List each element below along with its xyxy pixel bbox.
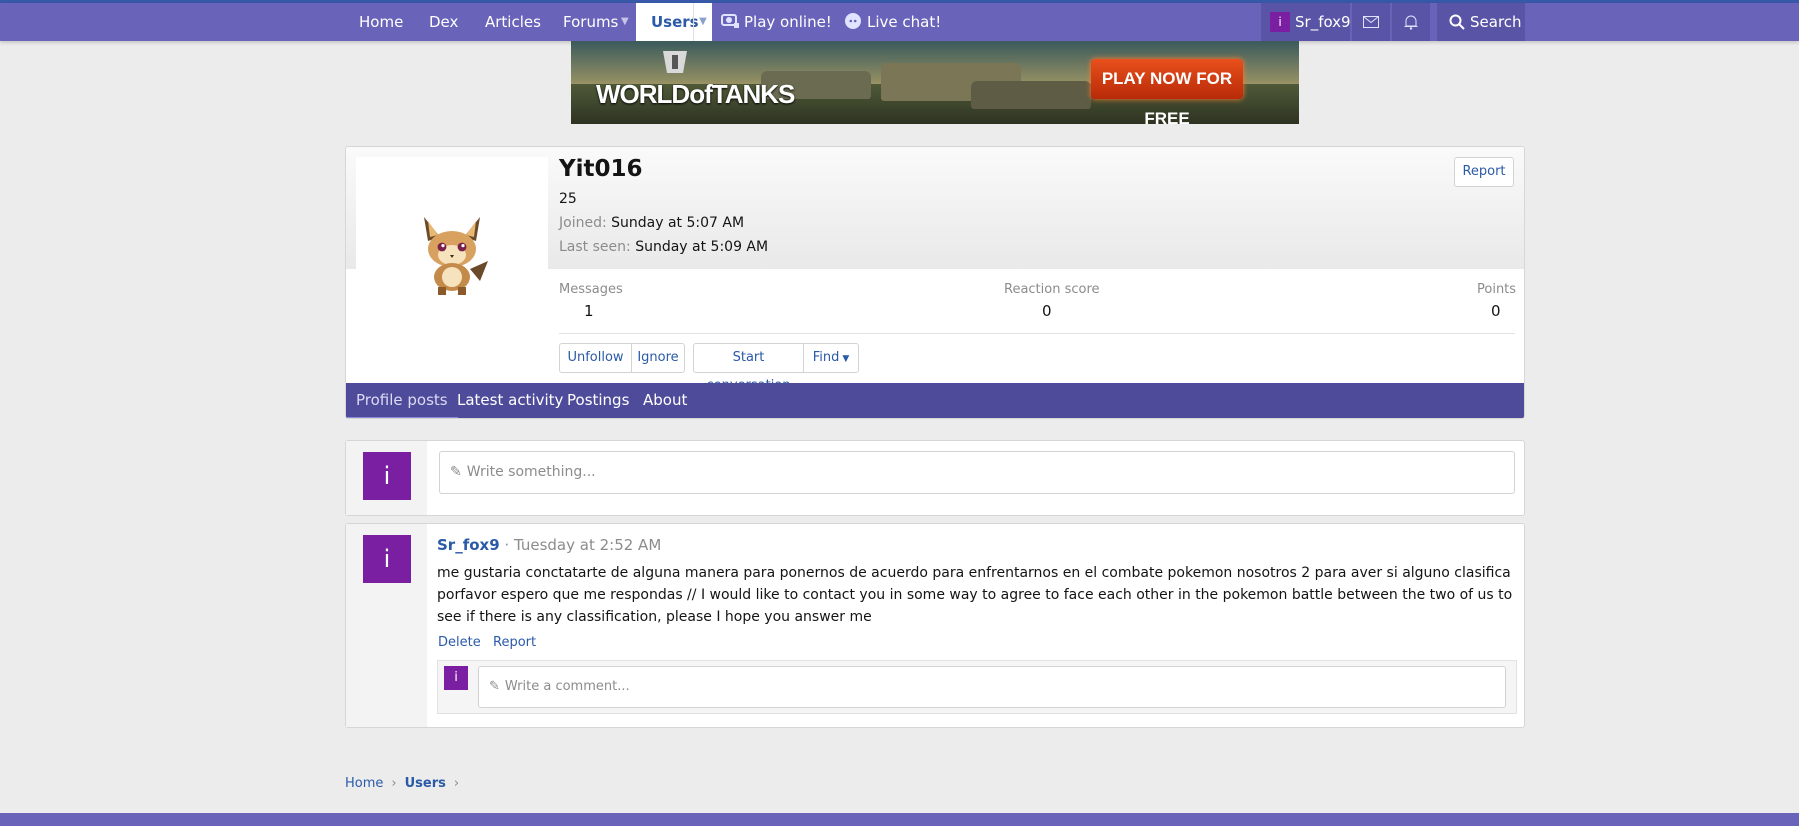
points-value[interactable]: 0 [1491,302,1501,320]
comment-pencil-icon: ✎ [489,679,500,694]
unfollow-button[interactable]: Unfollow [559,343,632,373]
find-menu-button[interactable]: Find ▼ [803,343,859,373]
nav-dex[interactable]: Dex [429,3,458,41]
breadcrumb-chevron-icon: › [453,776,460,791]
profile-post: i Sr_fox9 · Tuesday at 2:52 AM me gustar… [345,523,1525,728]
nav-home[interactable]: Home [359,3,403,41]
search-label: Search [1470,13,1522,31]
joined-value: Sunday at 5:07 AM [611,215,745,231]
post-author-name[interactable]: Sr_fox9 [437,536,500,554]
profile-last-seen: Last seen: Sunday at 5:09 AM [559,239,768,255]
banner-logo: WORLDofTANKS [596,79,795,109]
search-icon [1449,14,1465,30]
comment-avatar[interactable]: i [444,666,468,690]
write-something-placeholder: Write something... [466,464,596,480]
discord-icon [845,13,861,29]
alerts-button[interactable] [1392,3,1430,41]
write-comment-input[interactable]: ✎ Write a comment... [478,666,1506,708]
write-comment-placeholder: Write a comment... [504,679,630,694]
tab-about[interactable]: About [643,383,687,418]
pokemon-sprite-icon [424,217,488,295]
forums-dropdown-icon[interactable]: ▼ [621,3,629,41]
ignore-button[interactable]: Ignore [631,343,685,373]
nav-users-label[interactable]: Users [651,3,699,41]
joined-label: Joined: [559,215,607,231]
delete-post-link[interactable]: Delete [438,635,481,650]
nav-live-chat-label: Live chat! [867,13,942,31]
profile-post-composer: i ✎ Write something... [345,440,1525,516]
breadcrumb: Home › Users › [345,776,467,791]
nav-users-active[interactable]: Users ▼ [636,3,712,41]
last-seen-value[interactable]: Sunday at 5:09 AM [635,239,768,255]
nav-username: Sr_fox9 [1295,13,1351,31]
banner-tank-3 [971,81,1091,109]
user-avatar: i [1270,12,1290,32]
profile-tabs: Profile posts Latest activity Postings A… [346,383,1524,418]
tab-latest-activity[interactable]: Latest activity [457,383,563,418]
member-profile-card: Yit016 25 Joined: Sunday at 5:07 AM Last… [345,146,1525,419]
page-footer [0,813,1799,826]
profile-username: Yit016 [559,156,643,182]
last-seen-label: Last seen: [559,239,631,255]
users-dropdown-icon[interactable]: ▼ [693,3,712,41]
profile-user-title: 25 [559,191,577,207]
nav-forums[interactable]: Forums [563,3,618,41]
post-separator: · [499,536,514,554]
nav-play-online-label: Play online! [744,13,832,31]
write-something-input[interactable]: ✎ Write something... [439,451,1515,494]
pokeball-display-icon [721,14,739,28]
breadcrumb-chevron-icon: › [391,776,397,791]
start-conversation-button[interactable]: Start conversation [693,343,804,393]
report-user-button[interactable]: Report [1454,157,1514,187]
advertisement-banner[interactable]: WORLDofTANKS PLAY NOW FOR FREE [571,41,1299,124]
pencil-icon: ✎ [450,464,462,480]
composer-avatar[interactable]: i [363,452,411,500]
reaction-score-label: Reaction score [1004,282,1100,297]
comment-area: i ✎ Write a comment... [437,660,1517,714]
messages-stat-value[interactable]: 1 [584,302,594,320]
find-label: Find [812,350,840,365]
breadcrumb-users[interactable]: Users [405,776,446,791]
messages-stat-label: Messages [559,282,623,297]
tab-postings[interactable]: Postings [567,383,629,418]
inbox-button[interactable] [1352,3,1390,41]
post-date[interactable]: Tuesday at 2:52 AM [514,536,661,554]
nav-play-online[interactable]: Play online! [721,3,832,41]
tab-profile-posts[interactable]: Profile posts [346,383,458,418]
find-caret-icon: ▼ [842,354,850,364]
nav-articles[interactable]: Articles [485,3,541,41]
reaction-score-value: 0 [1042,302,1052,320]
report-post-link[interactable]: Report [493,635,536,650]
points-label: Points [1477,282,1517,297]
top-navigation: Home Dex Articles Forums ▼ Users ▼ Play … [0,3,1799,41]
search-button[interactable]: Search [1437,3,1525,41]
banner-play-now-button[interactable]: PLAY NOW FOR FREE [1091,59,1243,124]
bell-icon [1404,15,1418,30]
post-author-avatar[interactable]: i [363,535,411,583]
post-body: me gustaria conctatarte de alguna manera… [437,565,1513,625]
world-of-tanks-emblem [663,51,687,73]
breadcrumb-home[interactable]: Home [345,776,383,791]
envelope-icon [1363,16,1379,28]
profile-joined: Joined: Sunday at 5:07 AM [559,215,744,231]
post-header: Sr_fox9 · Tuesday at 2:52 AM [437,536,661,554]
stats-divider [559,333,1515,334]
nav-user-menu[interactable]: i Sr_fox9 [1261,3,1351,41]
profile-avatar[interactable] [356,157,548,349]
nav-live-chat[interactable]: Live chat! [845,3,941,41]
